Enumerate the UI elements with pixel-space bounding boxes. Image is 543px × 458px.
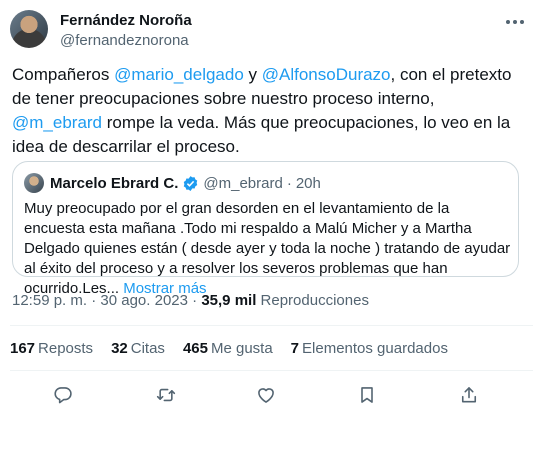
quoted-tweet-text: Muy preocupado por el gran desorden en e… [24, 199, 512, 299]
stat-label: Elementos guardados [302, 340, 448, 357]
tweet-meta: 12:59 p. m. · 30 ago. 2023 · 35,9 mil Re… [12, 292, 369, 309]
meta-separator: · [87, 292, 101, 309]
author-handle[interactable]: @fernandeznorona [60, 32, 189, 49]
quoted-tweet-header: Marcelo Ebrard C. @m_ebrard · 20h [24, 173, 321, 193]
tweet-text-part: Compañeros [12, 65, 115, 84]
quoted-author-name: Marcelo Ebrard C. [50, 174, 179, 192]
stat-reposts[interactable]: 167 Reposts [10, 340, 93, 357]
stat-likes[interactable]: 465 Me gusta [183, 340, 273, 357]
engagement-stats: 167 Reposts 32 Citas 465 Me gusta 7 Elemento… [10, 340, 466, 357]
divider [10, 325, 533, 326]
tweet-header: Fernández Noroña @fernandeznorona [10, 10, 533, 50]
stat-bookmarks[interactable]: 7 Elementos guardados [291, 340, 448, 357]
repost-icon[interactable] [153, 382, 179, 408]
reply-icon[interactable] [50, 382, 76, 408]
quoted-timestamp: 20h [295, 174, 321, 192]
quoted-text-body: Muy preocupado por el gran desorden en e… [24, 200, 511, 297]
quoted-author-handle: @m_ebrard [203, 174, 283, 192]
quoted-tweet[interactable]: Marcelo Ebrard C. @m_ebrard · 20h Muy pr… [12, 161, 519, 297]
tweet-time[interactable]: 12:59 p. m. [12, 292, 87, 309]
like-icon[interactable] [253, 382, 279, 408]
more-icon[interactable] [503, 12, 527, 32]
stat-count: 32 [111, 340, 128, 357]
verified-badge-icon [184, 175, 198, 191]
divider [10, 370, 533, 371]
stat-count: 465 [182, 340, 208, 357]
share-icon[interactable] [456, 382, 482, 408]
views-count: 35,9 mil [201, 292, 257, 309]
meta-separator: · [187, 292, 202, 309]
mention-link[interactable]: @AlfonsoDurazo [262, 65, 391, 84]
author-name[interactable]: Fernández Noroña [60, 12, 192, 29]
views-label: Reproducciones [256, 292, 369, 309]
tweet-date[interactable]: 30 ago. 2023 [100, 292, 188, 309]
bookmark-icon[interactable] [354, 382, 380, 408]
quoted-avatar [24, 173, 44, 193]
tweet-text: Compañeros @mario_delgado y @AlfonsoDura… [12, 63, 512, 159]
mention-link[interactable]: @m_ebrard [12, 113, 102, 132]
stat-count: 167 [10, 340, 36, 357]
stat-label: Citas [130, 340, 165, 357]
mention-link[interactable]: @mario_delgado [114, 65, 244, 84]
stat-quotes[interactable]: 32 Citas [111, 340, 165, 357]
separator-dot: · [286, 174, 292, 192]
action-bar [10, 382, 533, 408]
stat-count: 7 [290, 340, 300, 357]
stat-label: Me gusta [210, 340, 273, 357]
avatar[interactable] [10, 10, 48, 48]
stat-label: Reposts [38, 340, 94, 357]
tweet-text-part: y [243, 65, 262, 84]
